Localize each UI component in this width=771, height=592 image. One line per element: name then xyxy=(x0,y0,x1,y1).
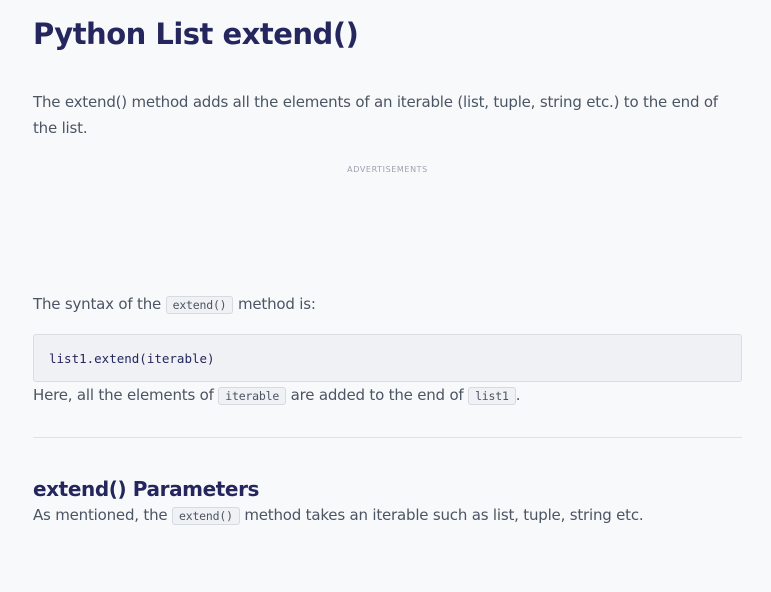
advertisements-label: ADVERTISEMENTS xyxy=(347,165,428,174)
syntax-prefix: The syntax of the xyxy=(33,295,166,313)
inline-code-extend: extend() xyxy=(165,296,234,314)
intro-paragraph: The extend() method adds all the element… xyxy=(33,93,718,137)
inline-code-list1: list1 xyxy=(468,387,516,405)
params-suffix: method takes an iterable such as list, t… xyxy=(239,506,644,524)
article-content: Python List extend() The extend() method… xyxy=(0,0,771,592)
advertisement-slot xyxy=(33,176,742,291)
code-block-text: list1.extend(iterable) xyxy=(49,350,215,366)
explain-middle: are added to the end of xyxy=(286,386,469,404)
explain-prefix: Here, all the elements of xyxy=(33,386,219,404)
section-divider xyxy=(33,437,742,438)
params-prefix: As mentioned, the xyxy=(33,506,172,524)
syntax-explanation: Here, all the elements of iterable are a… xyxy=(33,382,742,409)
syntax-suffix: method is: xyxy=(233,295,316,313)
inline-code-extend-params: extend() xyxy=(172,507,240,525)
explain-suffix: . xyxy=(515,386,521,404)
code-block: list1.extend(iterable) xyxy=(33,334,742,382)
syntax-intro: The syntax of the extend() method is: xyxy=(33,291,742,318)
parameters-paragraph: As mentioned, the extend() method takes … xyxy=(33,502,742,529)
parameters-heading: extend() Parameters xyxy=(33,477,260,501)
page-title: Python List extend() xyxy=(33,17,359,51)
inline-code-iterable: iterable xyxy=(218,387,287,405)
